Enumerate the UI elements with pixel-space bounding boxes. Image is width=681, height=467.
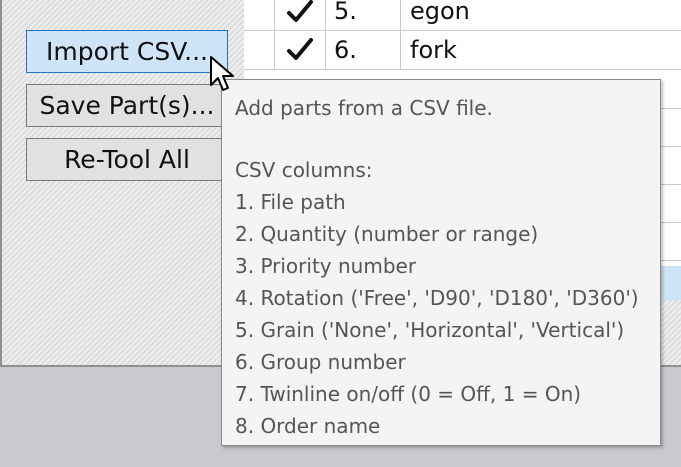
tooltip-summary: Add parts from a CSV file.: [235, 96, 493, 120]
table-row[interactable]: 5. egon: [244, 0, 681, 31]
tooltip-column-item: 5. Grain ('None', 'Horizontal', 'Vertica…: [235, 318, 625, 342]
tooltip-column-item: 3. Priority number: [235, 254, 417, 278]
tooltip-column-item: 1. File path: [235, 190, 346, 214]
name-cell[interactable]: fork: [401, 31, 681, 69]
tooltip-column-item: 7. Twinline on/off (0 = Off, 1 = On): [235, 382, 582, 406]
row-header-cell[interactable]: [244, 0, 275, 30]
table-row[interactable]: 6. fork: [244, 31, 681, 70]
number-cell: 6.: [326, 31, 401, 69]
part-name: egon: [410, 0, 470, 25]
check-icon: [287, 38, 313, 60]
save-parts-button[interactable]: Save Part(s)...: [26, 84, 228, 127]
check-cell[interactable]: [275, 31, 326, 69]
name-cell[interactable]: egon: [401, 0, 681, 30]
row-number: 6.: [334, 36, 357, 64]
number-cell: 5.: [326, 0, 401, 30]
mouse-pointer-icon: [210, 56, 234, 91]
row-number: 5.: [334, 0, 357, 25]
tooltip-column-item: 4. Rotation ('Free', 'D90', 'D180', 'D36…: [235, 286, 639, 310]
import-csv-button[interactable]: Import CSV...: [26, 30, 228, 73]
row-header-cell[interactable]: [244, 31, 275, 69]
tooltip-column-item: 6. Group number: [235, 350, 406, 374]
retool-all-button[interactable]: Re-Tool All: [26, 138, 228, 181]
tooltip-spacer: [235, 124, 660, 154]
panel-left-border: [0, 0, 2, 366]
tooltip-columns-heading: CSV columns:: [235, 158, 373, 182]
part-name: fork: [410, 36, 457, 64]
import-csv-tooltip: Add parts from a CSV file. CSV columns: …: [221, 79, 661, 446]
check-icon: [287, 0, 313, 22]
tooltip-column-item: 2. Quantity (number or range): [235, 222, 539, 246]
tooltip-column-item: 8. Order name: [235, 414, 381, 438]
check-cell[interactable]: [275, 0, 326, 30]
